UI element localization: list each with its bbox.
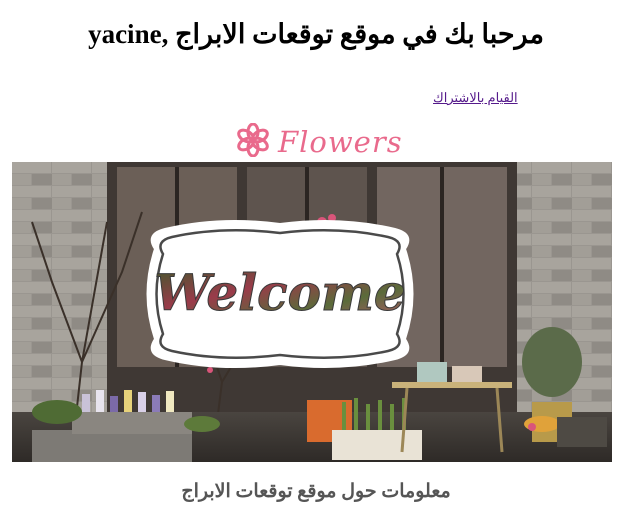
page: مرحبا بك في موقع توقعات الابراج ,yacine … xyxy=(0,0,632,522)
subscribe-link[interactable]: القيام بالاشتراك xyxy=(433,90,518,106)
info-heading: معلومات حول موقع توقعات الابراج xyxy=(181,481,451,502)
welcome-text: Welcome xyxy=(154,263,405,322)
flowers-logo: Flowers xyxy=(236,122,403,162)
logo-text: Flowers xyxy=(278,125,403,159)
flower-icon xyxy=(236,122,270,162)
welcome-heading: مرحبا بك في موقع توقعات الابراج ,yacine xyxy=(88,19,544,49)
welcome-banner-image: Welcome xyxy=(12,162,612,462)
